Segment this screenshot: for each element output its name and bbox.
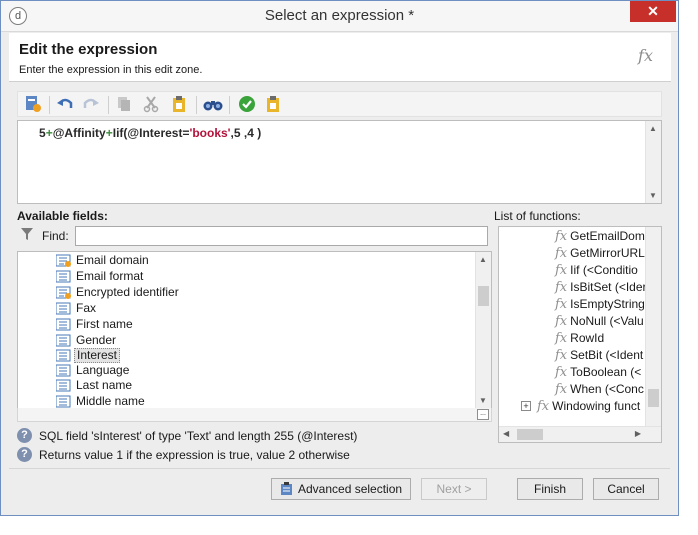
scroll-down-icon[interactable]: ▼	[479, 396, 487, 405]
footer-divider	[9, 468, 670, 469]
fx-icon: fx	[555, 263, 568, 278]
function-help-text: Returns value 1 if the expression is tru…	[39, 448, 350, 462]
advanced-selection-button[interactable]: Advanced selection	[271, 478, 411, 500]
scroll-left-icon[interactable]: ◀	[503, 429, 509, 438]
find-input[interactable]	[75, 226, 488, 246]
function-item[interactable]: fx ToBoolean (<	[555, 364, 641, 381]
editor-scrollbar[interactable]: ▲ ▼	[645, 121, 661, 203]
undo-icon[interactable]	[56, 95, 76, 115]
expr-field: @Affinity	[52, 126, 106, 140]
field-icon	[55, 302, 71, 319]
function-item[interactable]: fx IsEmptyString	[555, 296, 645, 313]
functions-hscrollbar[interactable]: ◀ ▶	[499, 426, 661, 442]
function-item[interactable]: fx RowId	[555, 330, 604, 347]
field-icon	[55, 379, 71, 396]
scroll-thumb[interactable]	[517, 429, 543, 440]
scroll-right-icon[interactable]: ▶	[635, 429, 641, 438]
function-item[interactable]: fx GetEmailDom	[555, 228, 645, 245]
fields-scrollbar[interactable]: ▲ ▼	[475, 252, 491, 408]
fields-list[interactable]: Email domain Email format Encrypted iden…	[17, 251, 492, 409]
check-icon[interactable]	[238, 95, 258, 115]
functions-tree[interactable]: fx GetEmailDom fx GetMirrorURL fx Iif (<Con…	[498, 226, 662, 443]
fx-icon: fx	[555, 365, 568, 380]
function-item[interactable]: fx IsBitSet (<Ider	[555, 279, 647, 296]
header-panel: Edit the expression Enter the expression…	[9, 33, 671, 82]
fx-icon: fx	[555, 280, 568, 295]
expr-string: 'books'	[189, 126, 231, 140]
cancel-button[interactable]: Cancel	[593, 478, 659, 500]
window-title: Select an expression *	[264, 7, 415, 24]
new-expression-icon[interactable]	[24, 95, 44, 115]
expr-function: Iif(@Interest=	[112, 126, 190, 140]
computed-field-icon	[55, 254, 71, 271]
function-item[interactable]: fx Iif (<Conditio	[555, 262, 638, 279]
computed-field-icon	[55, 286, 71, 303]
fx-icon: fx	[555, 348, 568, 363]
clipboard-icon[interactable]	[264, 95, 284, 115]
expr-args: ,5 ,4 )	[230, 126, 262, 140]
fx-icon: fx	[555, 382, 568, 397]
paste-icon[interactable]	[170, 95, 190, 115]
fx-icon: fx	[555, 314, 568, 329]
fx-icon: fx	[537, 399, 550, 414]
finish-button[interactable]: Finish	[517, 478, 583, 500]
copy-icon[interactable]	[115, 95, 135, 115]
fx-icon: fx	[555, 246, 568, 261]
expression-editor[interactable]: 5+@Affinity+Iif(@Interest='books',5 ,4 )…	[17, 120, 662, 204]
available-fields-label: Available fields:	[17, 209, 108, 223]
advanced-selection-icon	[280, 482, 294, 502]
scroll-up-icon[interactable]: ▲	[649, 124, 657, 133]
close-button[interactable]: ✕	[630, 1, 676, 22]
fx-icon: fx	[638, 46, 653, 65]
fx-icon: fx	[555, 297, 568, 312]
fx-icon: fx	[555, 229, 568, 244]
field-icon	[55, 395, 71, 408]
search-binoculars-icon[interactable]	[203, 95, 223, 115]
function-item[interactable]: fx GetMirrorURL	[555, 245, 645, 262]
scroll-thumb[interactable]	[648, 389, 659, 407]
cut-icon[interactable]	[142, 95, 162, 115]
function-item[interactable]: fx SetBit (<Ident	[555, 347, 643, 364]
fx-icon: fx	[555, 331, 568, 346]
title-bar[interactable]: d Select an expression * ✕	[1, 1, 678, 32]
field-icon	[55, 270, 71, 287]
help-icon: ?	[17, 447, 32, 462]
next-button[interactable]: Next >	[421, 478, 487, 500]
expand-icon[interactable]: +	[521, 401, 531, 411]
field-icon	[55, 318, 71, 335]
field-help-text: SQL field 'sInterest' of type 'Text' and…	[39, 429, 358, 443]
expr-number: 5	[39, 126, 46, 140]
more-options-button[interactable]: ...	[477, 409, 489, 420]
filter-icon	[20, 227, 34, 244]
toolbar	[17, 91, 662, 117]
function-item[interactable]: fx When (<Conc	[555, 381, 644, 398]
scroll-down-icon[interactable]: ▼	[649, 191, 657, 200]
expr-operator: +	[45, 126, 53, 140]
function-item[interactable]: fx NoNull (<Valu	[555, 313, 644, 330]
help-icon: ?	[17, 428, 32, 443]
expression-dialog: d Select an expression * ✕ Edit the expr…	[0, 0, 679, 516]
expr-operator: +	[105, 126, 113, 140]
scroll-thumb[interactable]	[478, 286, 489, 306]
list-of-functions-label: List of functions:	[494, 209, 581, 223]
redo-icon[interactable]	[82, 95, 102, 115]
expression-text: 5+@Affinity+Iif(@Interest='books',5 ,4 )	[39, 126, 261, 140]
scroll-up-icon[interactable]: ▲	[479, 255, 487, 264]
fields-footer: ...	[17, 408, 492, 422]
header-title: Edit the expression	[19, 41, 158, 58]
function-group[interactable]: fx Windowing funct	[537, 398, 640, 415]
header-subtitle: Enter the expression in this edit zone.	[19, 64, 203, 76]
functions-vscrollbar[interactable]	[645, 227, 661, 427]
find-label: Find:	[42, 229, 69, 243]
